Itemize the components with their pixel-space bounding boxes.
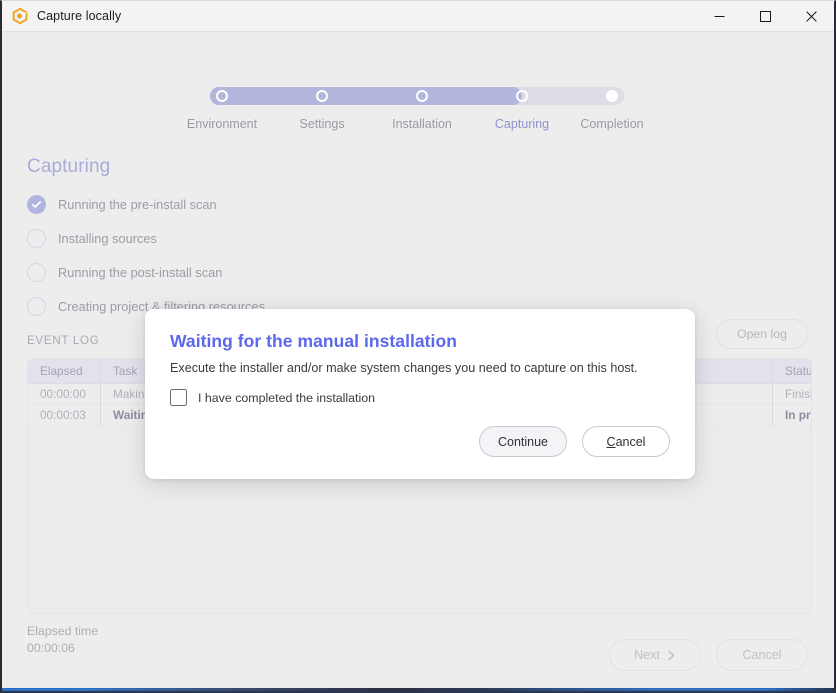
window-controls (696, 1, 834, 32)
open-log-button[interactable]: Open log (716, 319, 808, 349)
stepper-node-settings[interactable] (316, 90, 328, 102)
dialog-checkbox-row[interactable]: I have completed the installation (170, 389, 375, 406)
dialog-cancel-rest: ancel (615, 434, 646, 449)
task-label: Running the post-install scan (58, 264, 223, 280)
app-logo-icon (12, 8, 28, 24)
task-list: Running the pre-install scan Installing … (27, 187, 457, 323)
next-button[interactable]: Next (609, 639, 701, 671)
content-area: Environment Settings Installation Captur… (2, 32, 834, 691)
next-button-label: Next (634, 648, 660, 662)
stepper-label-completion: Completion (580, 117, 644, 131)
elapsed-time-value: 00:00:06 (27, 641, 75, 655)
dialog-description: Execute the installer and/or make system… (170, 361, 638, 375)
footer-buttons: Next Cancel (609, 639, 808, 671)
empty-circle-icon (27, 228, 46, 248)
empty-circle-icon (27, 296, 46, 316)
completed-installation-label: I have completed the installation (198, 390, 376, 405)
stepper-node-installation[interactable] (416, 90, 428, 102)
task-label: Running the pre-install scan (58, 196, 217, 212)
dialog-cancel-button[interactable]: Cancel (582, 426, 670, 457)
minimize-button[interactable] (696, 1, 742, 32)
task-item-pre-install-scan: Running the pre-install scan (27, 187, 457, 221)
cancel-button[interactable]: Cancel (716, 639, 808, 671)
stepper-progress-fill (210, 87, 522, 105)
maximize-button[interactable] (742, 1, 788, 32)
dialog-buttons: Continue Cancel (479, 426, 670, 457)
stepper-label-environment: Environment (186, 117, 258, 131)
check-circle-icon (27, 194, 46, 214)
column-header-status[interactable]: Status (773, 359, 811, 384)
completed-installation-checkbox[interactable] (170, 389, 187, 406)
minimize-icon (714, 15, 724, 17)
window-bottom-accent (2, 688, 834, 691)
column-header-elapsed[interactable]: Elapsed (28, 359, 101, 384)
task-item-post-install-scan: Running the post-install scan (27, 255, 457, 289)
app-window: Capture locally Environment Settings Ins… (0, 0, 836, 693)
elapsed-time-label: Elapsed time (27, 624, 99, 638)
cell-status: In progress (785, 407, 811, 422)
chevron-right-icon (668, 650, 675, 660)
manual-installation-dialog: Waiting for the manual installation Exec… (145, 309, 695, 479)
maximize-icon (759, 10, 771, 22)
task-label: Installing sources (58, 230, 157, 246)
stepper-node-capturing[interactable] (516, 90, 528, 102)
dialog-continue-button[interactable]: Continue (479, 426, 567, 457)
title-bar: Capture locally (2, 1, 834, 32)
stepper-label-settings: Settings (299, 117, 345, 131)
stepper-node-completion[interactable] (606, 90, 618, 102)
cell-status: Finished (785, 386, 811, 401)
stepper-label-installation: Installation (392, 117, 452, 131)
wizard-stepper: Environment Settings Installation Captur… (187, 87, 644, 131)
close-icon (805, 10, 817, 22)
empty-circle-icon (27, 262, 46, 282)
close-button[interactable] (788, 1, 834, 32)
dialog-title: Waiting for the manual installation (170, 331, 457, 351)
task-item-installing-sources: Installing sources (27, 221, 457, 255)
cell-elapsed: 00:00:03 (28, 404, 101, 426)
stepper-node-environment[interactable] (216, 90, 228, 102)
stepper-label-capturing: Capturing (494, 117, 550, 131)
elapsed-time-block: Elapsed time 00:00:06 (27, 624, 98, 655)
window-title: Capture locally (37, 9, 122, 23)
dialog-cancel-accel: C (606, 434, 616, 449)
checkmark-icon (31, 200, 42, 208)
page-title: Capturing (27, 156, 111, 177)
cell-elapsed: 00:00:00 (28, 383, 101, 405)
event-log-title: EVENT LOG (27, 334, 100, 347)
